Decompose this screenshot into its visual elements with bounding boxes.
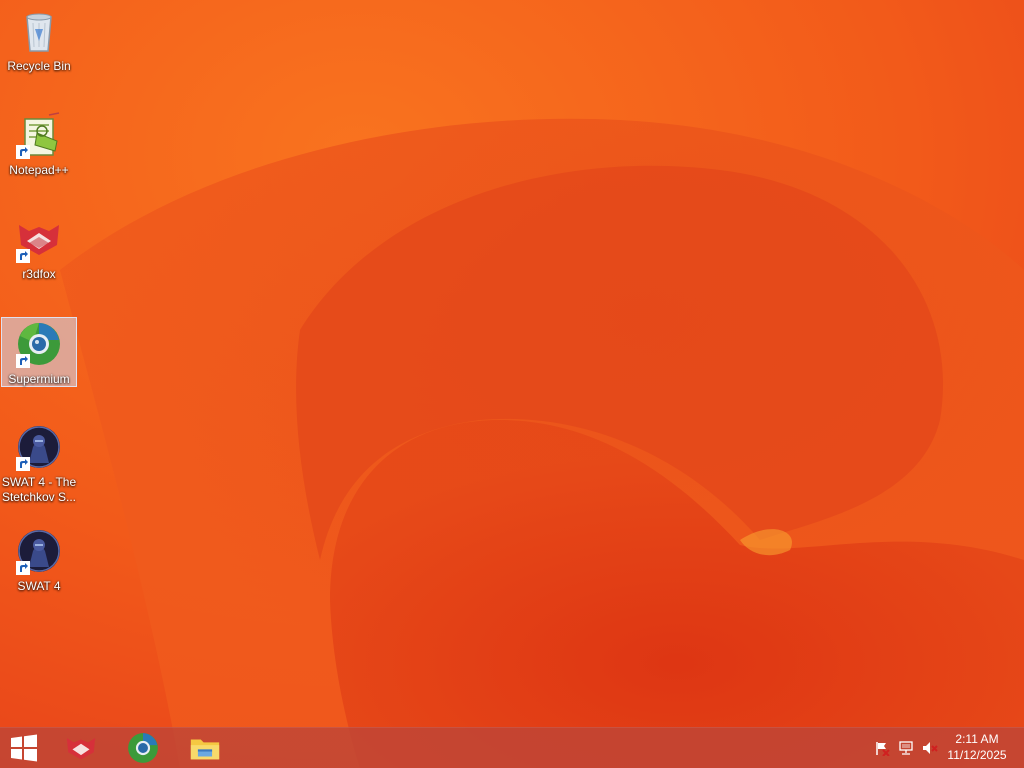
desktop-icon-label: Recycle Bin: [7, 59, 71, 73]
shortcut-arrow-icon: [16, 145, 30, 159]
clock-date: 11/12/2025: [947, 748, 1007, 762]
desktop-icon-label: Supermium: [8, 372, 70, 386]
desktop-icon-label: Notepad++: [9, 163, 69, 177]
recycle-bin-icon: [26, 13, 52, 52]
supermium-icon: [128, 733, 158, 763]
windows-start-icon: [11, 734, 37, 762]
desktop-icon-notepad-plus-plus[interactable]: Notepad++: [1, 108, 77, 179]
clock-time: 2:11 AM: [955, 732, 999, 746]
desktop-icon-label: r3dfox: [22, 267, 56, 281]
taskbar: 2:11 AM 11/12/2025: [0, 727, 1024, 768]
taskbar-r3dfox[interactable]: [51, 728, 111, 768]
taskbar-clock[interactable]: 2:11 AM 11/12/2025: [942, 731, 1012, 763]
desktop-icon-label: SWAT 4 - The Stetchkov S...: [1, 475, 77, 504]
file-explorer-icon: [190, 739, 220, 760]
taskbar-supermium[interactable]: [113, 728, 173, 768]
desktop-icon-swat4-stetchkov[interactable]: SWAT 4 - The Stetchkov S...: [1, 420, 77, 506]
desktop-wallpaper: [0, 0, 1024, 768]
r3dfox-icon: [66, 738, 96, 760]
volume-muted-icon[interactable]: [922, 740, 938, 756]
shortcut-arrow-icon: [16, 561, 30, 575]
desktop-icon-swat4[interactable]: SWAT 4: [1, 524, 77, 595]
action-center-flag-icon[interactable]: [874, 740, 890, 757]
desktop-icon-r3dfox[interactable]: r3dfox: [1, 212, 77, 283]
shortcut-arrow-icon: [16, 249, 30, 263]
desktop-icon-label: SWAT 4: [17, 579, 61, 593]
desktop-icon-recycle-bin[interactable]: Recycle Bin: [1, 4, 77, 75]
start-button[interactable]: [0, 728, 48, 768]
taskbar-file-explorer[interactable]: [175, 728, 235, 768]
network-icon[interactable]: [898, 740, 914, 756]
shortcut-arrow-icon: [16, 457, 30, 471]
desktop-icon-supermium[interactable]: Supermium: [1, 317, 77, 387]
shortcut-arrow-icon: [16, 354, 30, 368]
